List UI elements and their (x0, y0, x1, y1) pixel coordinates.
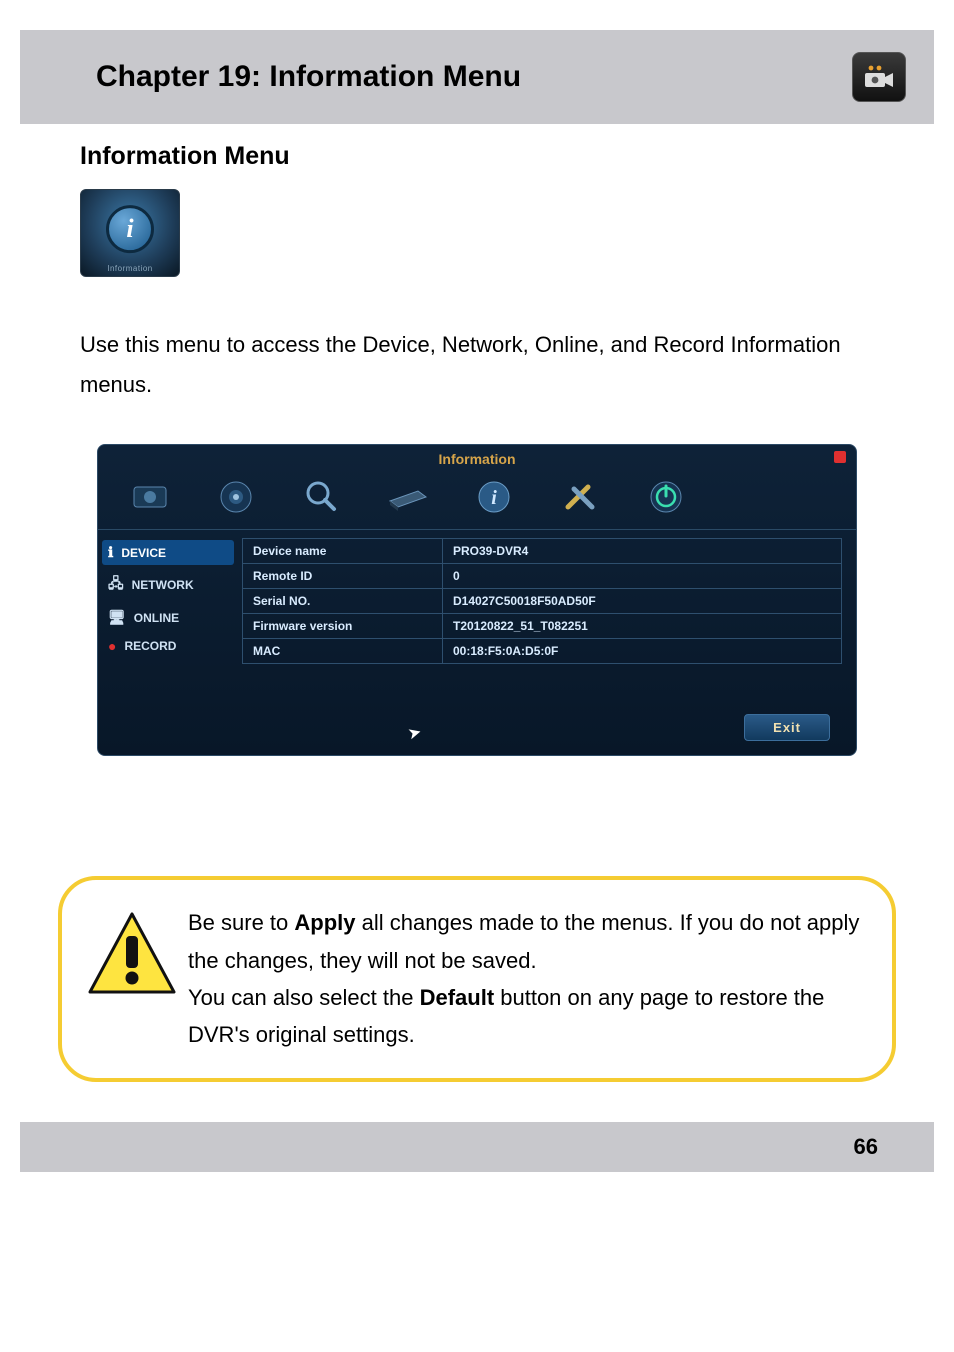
cell-key: Remote ID (243, 564, 443, 589)
chapter-title: Chapter 19: Information Menu (96, 60, 521, 94)
toolbar-icon-display[interactable] (126, 477, 174, 517)
cell-key: MAC (243, 639, 443, 664)
table-row: Remote ID 0 (243, 564, 842, 589)
device-info-table: Device name PRO39-DVR4 Remote ID 0 Seria… (242, 538, 842, 664)
monitor-icon: 🖥 (108, 609, 126, 626)
table-row: MAC 00:18:F5:0A:D5:0F (243, 639, 842, 664)
cell-value: D14027C50018F50AD50F (443, 589, 842, 614)
cell-value: 0 (443, 564, 842, 589)
camera-icon (852, 52, 906, 102)
intro-paragraph: Use this menu to access the Device, Netw… (80, 325, 874, 404)
bold-apply: Apply (294, 910, 355, 935)
warning-icon (86, 910, 182, 1011)
cell-value: 00:18:F5:0A:D5:0F (443, 639, 842, 664)
information-menu-thumbnail: i Information (80, 189, 180, 277)
warning-note: Be sure to Apply all changes made to the… (58, 876, 896, 1082)
dvr-information-screenshot: Information i (97, 444, 857, 756)
table-row: Serial NO. D14027C50018F50AD50F (243, 589, 842, 614)
section-title: Information Menu (80, 142, 874, 171)
svg-text:i: i (491, 487, 497, 509)
thumbnail-caption: Information (81, 264, 179, 273)
sidebar-item-label: RECORD (124, 639, 176, 653)
bold-default: Default (420, 985, 495, 1010)
page-number: 66 (20, 1122, 934, 1172)
table-row: Firmware version T20120822_51_T082251 (243, 614, 842, 639)
info-icon: i (106, 205, 154, 253)
page-header: Chapter 19: Information Menu (20, 30, 934, 124)
cell-value: PRO39-DVR4 (443, 539, 842, 564)
toolbar-icon-tools[interactable] (556, 477, 604, 517)
info-icon: ℹ (108, 544, 113, 561)
toolbar-icon-camera[interactable] (212, 477, 260, 517)
toolbar-icon-power[interactable] (642, 477, 690, 517)
exit-button[interactable]: Exit (744, 714, 830, 741)
table-row: Device name PRO39-DVR4 (243, 539, 842, 564)
network-icon: 🖧 (108, 573, 124, 597)
sidebar-item-online[interactable]: 🖥 ONLINE (98, 603, 238, 632)
close-icon[interactable] (834, 451, 846, 463)
toolbar-icon-disk[interactable] (384, 477, 432, 517)
sidebar-item-record[interactable]: ● RECORD (98, 632, 238, 660)
sidebar-item-label: ONLINE (134, 611, 179, 625)
sidebar-item-label: DEVICE (121, 546, 166, 560)
cell-key: Firmware version (243, 614, 443, 639)
sidebar-item-label: NETWORK (132, 578, 194, 592)
sidebar-item-device[interactable]: ℹ DEVICE (102, 540, 234, 565)
record-icon: ● (108, 638, 116, 654)
cell-key: Serial NO. (243, 589, 443, 614)
window-title: Information (98, 445, 856, 471)
sidebar-item-network[interactable]: 🖧 NETWORK (98, 567, 238, 603)
cell-key: Device name (243, 539, 443, 564)
toolbar: i (98, 471, 856, 530)
toolbar-icon-search[interactable] (298, 477, 346, 517)
note-text: Be sure to Apply all changes made to the… (188, 904, 860, 1054)
text: Be sure to (188, 910, 294, 935)
text: You can also select the (188, 985, 420, 1010)
toolbar-icon-info[interactable]: i (470, 477, 518, 517)
cell-value: T20120822_51_T082251 (443, 614, 842, 639)
sidebar: ℹ DEVICE 🖧 NETWORK 🖥 ONLINE ● RECORD (98, 530, 238, 741)
